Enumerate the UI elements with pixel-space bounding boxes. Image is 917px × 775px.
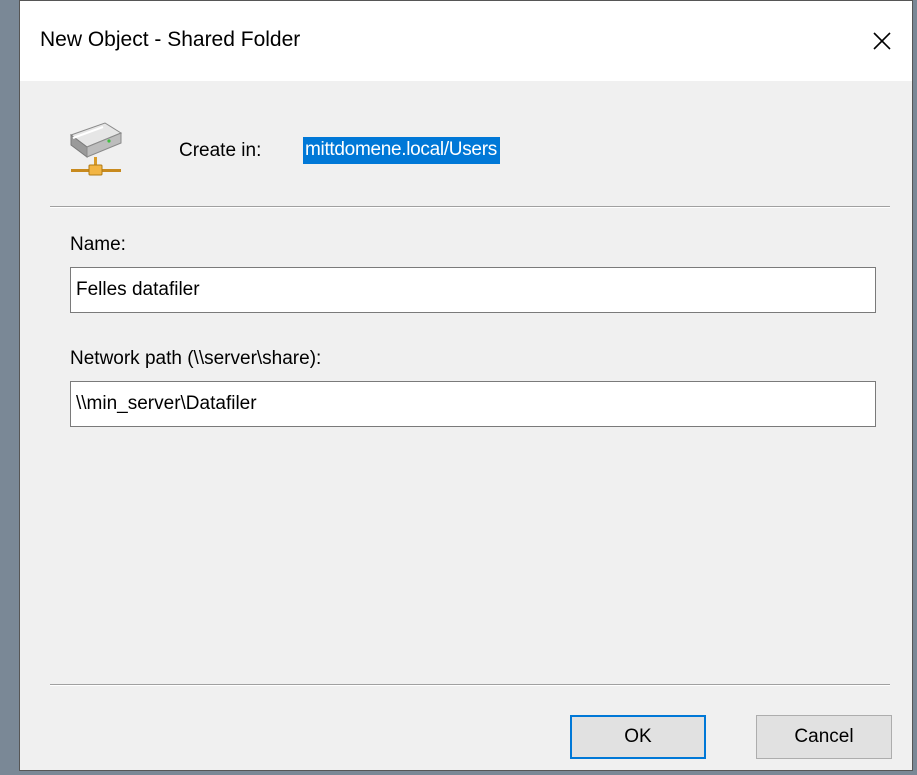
cancel-button[interactable]: Cancel (756, 715, 892, 759)
ok-button[interactable]: OK (570, 715, 706, 759)
header-divider (50, 206, 890, 208)
close-button[interactable] (852, 1, 912, 81)
footer-divider (50, 684, 890, 686)
create-in-label: Create in: (179, 140, 262, 161)
new-shared-folder-dialog: New Object - Shared Folder Create in: mi… (19, 0, 913, 771)
name-input[interactable] (70, 267, 876, 313)
name-label: Name: (70, 234, 126, 255)
dialog-title: New Object - Shared Folder (40, 28, 301, 51)
network-share-icon (69, 122, 123, 176)
close-icon (873, 32, 891, 50)
create-in-path[interactable]: mittdomene.local/Users (303, 137, 500, 164)
network-path-label: Network path (\\server\share): (70, 348, 322, 369)
create-in-header: Create in: mittdomene.local/Users (20, 81, 912, 206)
title-bar: New Object - Shared Folder (20, 1, 912, 81)
network-path-input[interactable] (70, 381, 876, 427)
